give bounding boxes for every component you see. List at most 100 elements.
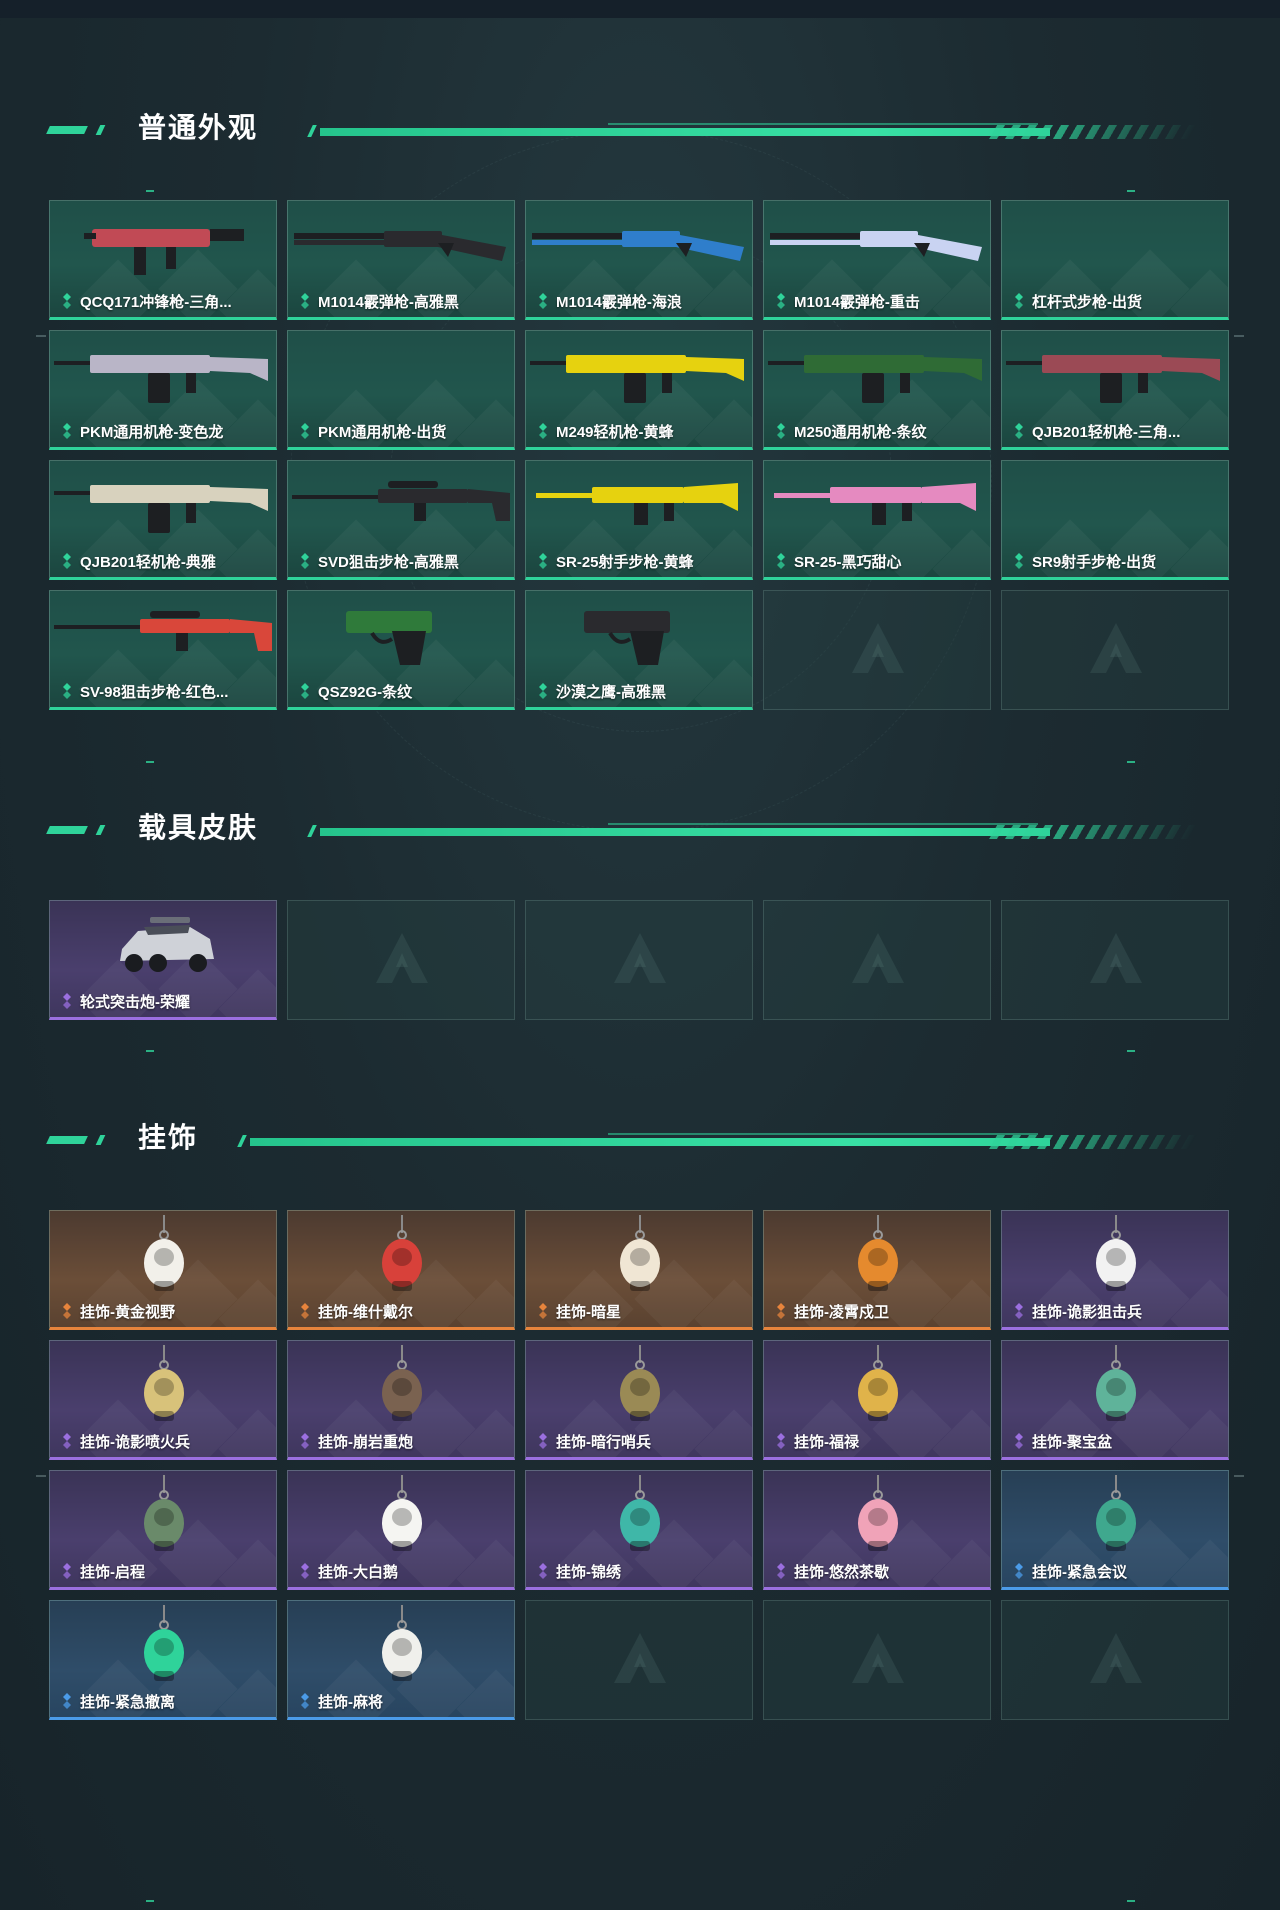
item-card[interactable]: 挂饰-黄金视野 [49,1210,277,1330]
item-card[interactable]: 挂饰-紧急撤离 [49,1600,277,1720]
rarity-icon [777,293,785,309]
item-card[interactable]: 挂饰-锦绣 [525,1470,753,1590]
section-title: 载具皮肤 [138,812,259,843]
item-name: 挂饰-启程 [80,1563,145,1581]
header-accent-bar [95,1135,106,1145]
empty-slot [763,590,991,710]
item-label: SR-25射手步枪-黄蜂 [536,551,694,571]
rarity-icon [63,1693,71,1709]
item-label: 挂饰-紧急撤离 [60,1691,175,1711]
item-name: 挂饰-暗星 [556,1303,621,1321]
charm-icon [620,1215,660,1291]
empty-slot [1001,1600,1229,1720]
item-card[interactable]: 挂饰-麻将 [287,1600,515,1720]
item-name: 挂饰-暗行哨兵 [556,1433,651,1451]
item-label: 挂饰-维什戴尔 [298,1301,413,1321]
item-label: 挂饰-暗星 [536,1301,621,1321]
item-card[interactable]: 挂饰-悠然茶歇 [763,1470,991,1590]
item-card[interactable]: 挂饰-诡影喷火兵 [49,1340,277,1460]
item-card[interactable]: 挂饰-福禄 [763,1340,991,1460]
item-name: PKM通用机枪-变色龙 [80,423,224,441]
item-card[interactable]: QCQ171冲锋枪-三角... [49,200,277,320]
item-card[interactable]: 挂饰-紧急会议 [1001,1470,1229,1590]
charm-icon [144,1215,184,1291]
item-card[interactable]: M1014霰弹枪-海浪 [525,200,753,320]
section-marker [146,761,154,763]
header-slash [237,1135,247,1147]
rarity-icon [1015,293,1023,309]
shotgun-icon [770,231,982,261]
charm-icon [858,1345,898,1421]
item-card[interactable]: SV-98狙击步枪-红色... [49,590,277,710]
item-name: 杠杆式步枪-出货 [1032,293,1142,311]
header-slash [307,825,317,837]
rarity-icon [301,1563,309,1579]
item-label: M1014霰弹枪-海浪 [536,291,682,311]
item-name: QSZ92G-条纹 [318,683,413,701]
top-strip [0,0,1280,18]
item-card[interactable]: 挂饰-暗星 [525,1210,753,1330]
item-card[interactable]: QSZ92G-条纹 [287,590,515,710]
edge-tick [36,1475,46,1477]
item-card[interactable]: M1014霰弹枪-重击 [763,200,991,320]
item-card[interactable]: 挂饰-凌霄戍卫 [763,1210,991,1330]
sniper-rifle-icon [54,611,272,651]
item-card[interactable]: SR-25射手步枪-黄蜂 [525,460,753,580]
rarity-icon [777,1563,785,1579]
item-card[interactable]: 挂饰-诡影狙击兵 [1001,1210,1229,1330]
section-header: 普通外观 [46,110,1208,146]
item-card[interactable]: 挂饰-聚宝盆 [1001,1340,1229,1460]
empty-slot [525,1600,753,1720]
charm-grid: 挂饰-黄金视野 挂饰-维什戴尔 挂饰-暗星 挂饰-凌霄戍卫 挂饰-诡影狙击兵挂饰-诡影喷… [49,1210,1229,1720]
item-label: SR9射手步枪-出货 [1012,551,1156,571]
item-name: 挂饰-福禄 [794,1433,859,1451]
item-card[interactable]: 挂饰-暗行哨兵 [525,1340,753,1460]
item-card[interactable]: 挂饰-启程 [49,1470,277,1590]
vehicle-icon [120,917,214,972]
placeholder-logo-icon [852,933,904,983]
rifle-icon [536,483,738,525]
item-label: 挂饰-大白鹅 [298,1561,398,1581]
item-name: 挂饰-聚宝盆 [1032,1433,1112,1451]
section-marker [1127,190,1135,192]
item-card[interactable]: 挂饰-大白鹅 [287,1470,515,1590]
rarity-icon [301,1433,309,1449]
item-card[interactable]: 杠杆式步枪-出货 [1001,200,1229,320]
item-card[interactable]: SR-25-黑巧甜心 [763,460,991,580]
item-card[interactable]: 轮式突击炮-荣耀 [49,900,277,1020]
item-card[interactable]: 挂饰-崩岩重炮 [287,1340,515,1460]
header-thin-line [608,1133,1038,1135]
placeholder-logo-icon [1090,933,1142,983]
rarity-icon [539,423,547,439]
rarity-icon [301,423,309,439]
section-marker [1127,1900,1135,1902]
item-card[interactable]: 挂饰-维什戴尔 [287,1210,515,1330]
section-marker [146,1900,154,1902]
item-card[interactable]: PKM通用机枪-变色龙 [49,330,277,450]
item-card[interactable]: M1014霰弹枪-高雅黑 [287,200,515,320]
item-card[interactable]: QJB201轻机枪-典雅 [49,460,277,580]
item-card[interactable]: 沙漠之鹰-高雅黑 [525,590,753,710]
item-name: M250通用机枪-条纹 [794,423,927,441]
section-marker [1127,761,1135,763]
item-label: 挂饰-聚宝盆 [1012,1431,1112,1451]
item-label: 杠杆式步枪-出货 [1012,291,1142,311]
shotgun-icon [294,231,506,261]
header-line [320,828,1050,836]
item-label: 挂饰-锦绣 [536,1561,621,1581]
item-label: QCQ171冲锋枪-三角... [60,291,232,311]
section-title: 普通外观 [138,112,259,143]
item-card[interactable]: M249轻机枪-黄蜂 [525,330,753,450]
rarity-icon [777,553,785,569]
rarity-icon [63,993,71,1009]
charm-icon [1096,1475,1136,1551]
item-card[interactable]: SVD狙击步枪-高雅黑 [287,460,515,580]
item-name: M1014霰弹枪-重击 [794,293,920,311]
empty-slot [525,900,753,1020]
item-card[interactable]: M250通用机枪-条纹 [763,330,991,450]
item-label: 挂饰-麻将 [298,1691,383,1711]
item-card[interactable]: SR9射手步枪-出货 [1001,460,1229,580]
item-label: 沙漠之鹰-高雅黑 [536,681,666,701]
item-card[interactable]: PKM通用机枪-出货 [287,330,515,450]
item-card[interactable]: QJB201轻机枪-三角... [1001,330,1229,450]
